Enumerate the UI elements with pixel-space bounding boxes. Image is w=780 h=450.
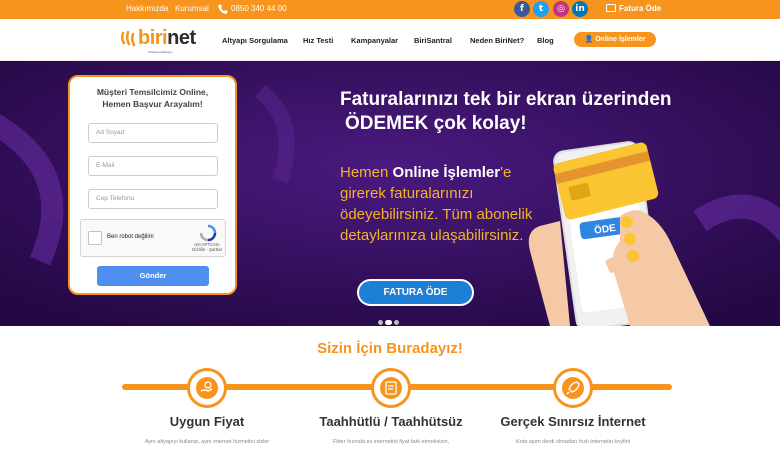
feature-title-1: Uygun Fiyat <box>169 414 245 429</box>
slider-dot-3[interactable] <box>394 320 399 325</box>
slider-dot-2[interactable] <box>385 320 392 325</box>
recaptcha-checkbox[interactable] <box>88 231 102 245</box>
online-islemler-label: Online İşlemler <box>595 36 646 43</box>
section-title: Sizin İçin Buradayız! <box>317 340 463 357</box>
recaptcha-label: Ben robot değilim <box>107 234 154 240</box>
online-islemler-button[interactable]: 👤 Online İşlemler <box>574 32 656 47</box>
feature-desc-3: Kota aşım derdi olmadan hızlı internetin… <box>515 439 631 445</box>
phone-number[interactable]: 0850 340 44 00 <box>231 4 287 13</box>
money-hand-icon <box>196 377 218 399</box>
feature-circle-1 <box>187 368 227 408</box>
nav-hiz-testi[interactable]: Hız Testi <box>303 36 333 45</box>
fatura-ode-link[interactable]: Fatura Öde <box>606 4 661 13</box>
logo-subtitle: Telekomünikasyon <box>148 50 173 54</box>
nav-birisantral[interactable]: BiriSantral <box>414 36 452 45</box>
feature-circle-2 <box>371 368 411 408</box>
feature-desc-2: Fiber hızında ev internetini fiyat fark … <box>332 439 450 445</box>
birinet-logo[interactable]: birinet Telekomünikasyon <box>120 27 200 55</box>
recaptcha-links[interactable]: Gizlilik - Şartlar <box>189 247 225 252</box>
feature-desc-1: Aynı altyapıyı kullanıp, aynı internet h… <box>144 439 270 445</box>
name-input[interactable]: Ad Soyad <box>88 123 218 143</box>
email-input[interactable]: E-Mail <box>88 156 218 176</box>
twitter-icon[interactable]: t <box>533 1 549 17</box>
fatura-ode-label: Fatura Öde <box>619 4 662 13</box>
nav-blog[interactable]: Blog <box>537 36 554 45</box>
fatura-ode-cta-button[interactable]: FATURA ÖDE <box>357 279 474 306</box>
nav-kampanyalar[interactable]: Kampanyalar <box>351 36 398 45</box>
form-title-line-2: Hemen Başvur Arayalım! <box>102 99 203 109</box>
phone-input[interactable]: Cep Telefonu <box>88 189 218 209</box>
facebook-icon[interactable]: f <box>514 1 530 17</box>
linkedin-icon[interactable]: in <box>572 1 588 17</box>
hero-subtext-bold: Online İşlemler <box>392 164 501 181</box>
feature-title-2: Taahhütlü / Taahhütsüz <box>319 414 463 429</box>
logo-main-text: biri <box>138 27 168 49</box>
recaptcha-text: reCAPTCHA Gizlilik - Şartlar <box>189 242 225 252</box>
hero-headline-line-2: ÖDEMEK çok kolay! <box>345 113 527 134</box>
card-icon <box>606 4 616 12</box>
main-navigation: birinet Telekomünikasyon Altyapı Sorgula… <box>0 19 780 61</box>
hero-subtext-pre: Hemen <box>340 164 393 181</box>
rocket-icon <box>562 377 584 399</box>
logo-accent-text: net <box>167 27 196 49</box>
phone-payment-illustration: ÖDE <box>528 141 710 326</box>
corporate-link[interactable]: Kurumsal <box>175 4 209 13</box>
logo-mark-icon <box>120 31 136 47</box>
feature-title-3: Gerçek Sınırsız İnternet <box>500 414 646 429</box>
form-title: Müşteri Temsilcimiz Online, Hemen Başvur… <box>70 86 235 110</box>
about-link[interactable]: Hakkımızda <box>126 4 168 13</box>
recaptcha-widget: Ben robot değilim reCAPTCHA Gizlilik - Ş… <box>80 219 226 257</box>
logo-text: birinet <box>138 27 196 50</box>
contract-icon <box>380 377 402 399</box>
nav-altyapi[interactable]: Altyapı Sorgulama <box>222 36 288 45</box>
form-title-line-1: Müşteri Temsilcimiz Online, <box>96 87 209 97</box>
slider-dot-1[interactable] <box>378 320 383 325</box>
callback-form-card: Müşteri Temsilcimiz Online, Hemen Başvur… <box>68 75 237 295</box>
recaptcha-icon <box>199 224 217 242</box>
nav-neden-birinet[interactable]: Neden BiriNet? <box>470 36 524 45</box>
slider-dots <box>378 312 401 326</box>
phone-icon <box>218 4 228 14</box>
top-bar: Hakkımızda Kurumsal 0850 340 44 00 f t ◎… <box>0 0 780 19</box>
submit-button[interactable]: Gönder <box>97 266 209 286</box>
instagram-icon[interactable]: ◎ <box>553 1 569 17</box>
hero-slider: Müşteri Temsilcimiz Online, Hemen Başvur… <box>0 61 780 326</box>
feature-circle-3 <box>553 368 593 408</box>
user-icon: 👤 <box>584 36 596 43</box>
